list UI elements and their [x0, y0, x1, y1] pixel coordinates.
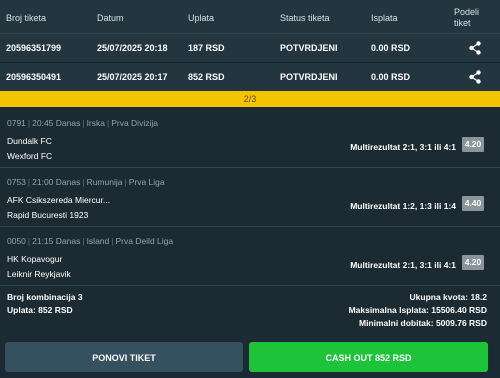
ticket-date: 25/07/2025 20:17: [97, 72, 168, 82]
ticket-row[interactable]: 20596351799 25/07/2025 20:18 187 RSD POT…: [0, 34, 500, 63]
header-share-line1: Podeli: [454, 7, 480, 17]
event-home-team: HK Kopavogur: [7, 254, 63, 264]
event-odd-badge: 4.20: [462, 255, 484, 270]
header-ticket-number: Broj tiketa: [6, 13, 47, 23]
ticket-date: 25/07/2025 20:18: [97, 43, 168, 53]
event-code: 0753: [7, 177, 26, 187]
ticket-pager[interactable]: 2/3: [0, 91, 500, 107]
summary-total-odds: Ukupna kvota: 18.2: [409, 292, 487, 302]
event-league: Prva Liga: [128, 177, 165, 187]
event-item: 0791 | 20:45 Danas | Irska | Prva Divizija Dun…: [0, 109, 500, 168]
event-country: Island: [86, 236, 110, 246]
event-country: Rumunija: [86, 177, 123, 187]
event-odd-badge: 4.40: [462, 196, 484, 211]
event-meta: 0050 | 21:15 Danas | Island | Prva Deild Liga: [7, 236, 174, 246]
event-away-team: Rapid Bucuresti 1923: [7, 210, 89, 220]
event-meta: 0753 | 21:00 Danas | Rumunija | Prva Liga: [7, 177, 165, 187]
ticket-status: POTVRDJENI: [280, 72, 338, 82]
event-away-team: Wexford FC: [7, 151, 53, 161]
summary-payment: Uplata: 852 RSD: [7, 305, 73, 315]
header-date: Datum: [97, 13, 124, 23]
event-time: 21:15 Danas: [32, 236, 81, 246]
ticket-payout: 0.00 RSD: [371, 43, 411, 53]
event-market: Multirezultat 2:1, 3:1 ili 4:1: [350, 142, 456, 152]
ticket-table-header: Broj tiketa Datum Uplata Status tiketa I…: [0, 0, 500, 34]
ticket-status: POTVRDJENI: [280, 43, 338, 53]
event-home-team: Dundalk FC: [7, 136, 52, 146]
header-share-line2: tiket: [454, 18, 471, 28]
event-odd-badge: 4.20: [462, 137, 484, 152]
summary-combinations: Broj kombinacija 3: [7, 292, 83, 302]
event-code: 0050: [7, 236, 26, 246]
event-country: Irska: [86, 118, 105, 128]
event-home-team: AFK Csikszereda Miercur...: [7, 195, 110, 205]
event-league: Prva Divizija: [111, 118, 158, 128]
event-market: Multirezultat 1:2, 1:3 ili 1:4: [350, 201, 456, 211]
repeat-ticket-button[interactable]: PONOVI TIKET: [5, 342, 243, 372]
ticket-payment: 187 RSD: [188, 43, 225, 53]
event-market: Multirezultat 2:1, 3:1 ili 4:1: [350, 260, 456, 270]
header-payout: Isplata: [371, 13, 398, 23]
summary-max-payout: Maksimalna Isplata: 15506.40 RSD: [348, 305, 487, 315]
ticket-payment: 852 RSD: [188, 72, 225, 82]
event-away-team: Leiknir Reykjavik: [7, 269, 71, 279]
event-code: 0791: [7, 118, 26, 128]
header-payment: Uplata: [188, 13, 215, 23]
event-item: 0050 | 21:15 Danas | Island | Prva Deild Liga …: [0, 227, 500, 286]
ticket-id: 20596350491: [6, 72, 62, 82]
event-item: 0753 | 21:00 Danas | Rumunija | Prva Liga AFK …: [0, 168, 500, 227]
header-status: Status tiketa: [280, 13, 330, 23]
ticket-id: 20596351799: [6, 43, 62, 53]
event-time: 20:45 Danas: [32, 118, 81, 128]
summary-min-win: Minimalni dobitak: 5009.76 RSD: [358, 318, 487, 328]
event-meta: 0791 | 20:45 Danas | Irska | Prva Divizija: [7, 118, 158, 128]
event-time: 21:00 Danas: [32, 177, 81, 187]
event-league: Prva Deild Liga: [115, 236, 174, 246]
ticket-row[interactable]: 20596350491 25/07/2025 20:17 852 RSD POT…: [0, 63, 500, 92]
cash-out-button[interactable]: CASH OUT 852 RSD: [249, 342, 488, 372]
share-icon[interactable]: [468, 41, 482, 55]
ticket-payout: 0.00 RSD: [371, 72, 411, 82]
share-icon[interactable]: [468, 70, 482, 84]
